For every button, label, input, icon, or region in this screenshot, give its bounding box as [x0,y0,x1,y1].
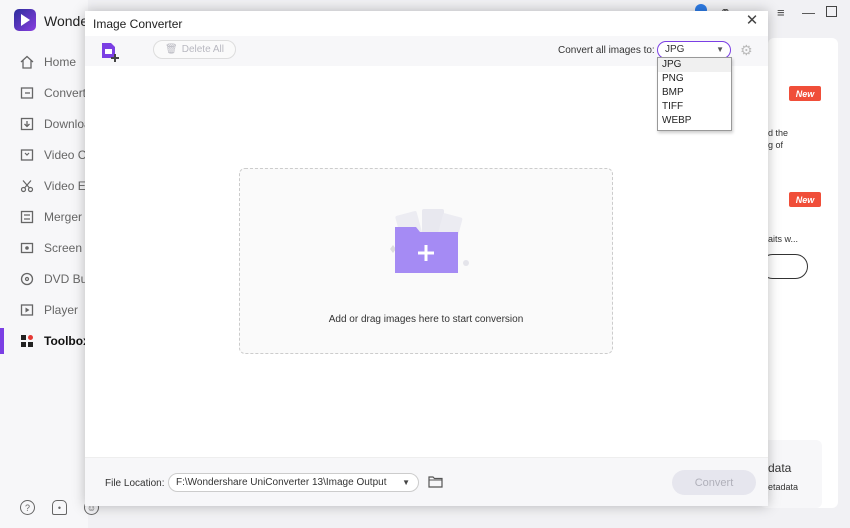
sidebar-item-merger[interactable]: Merger [0,202,88,232]
trash-icon: 🗑 [165,44,178,55]
gear-icon[interactable]: ⚙ [740,43,755,58]
new-badge: New [789,86,821,101]
sidebar-item-downloader[interactable]: Downloader [0,109,88,139]
sidebar-item-home[interactable]: Home [0,47,88,77]
file-location-value: F:\Wondershare UniConverter 13\Image Out… [176,477,387,488]
download-icon [19,116,35,132]
sidebar: Wonder Home Converter Downloader Video C… [0,0,99,528]
minimize-icon[interactable]: — [802,5,815,20]
grid-icon [19,333,35,349]
sidebar-item-label: Toolbox [44,334,88,348]
format-option-bmp[interactable]: BMP [658,86,731,100]
menu-icon[interactable]: ≡ [777,5,785,20]
drop-hint: Add or drag images here to start convers… [328,314,524,325]
bg-card-text: g of [768,140,784,150]
bell-icon[interactable]: • [52,500,67,515]
sidebar-item-dvd-burner[interactable]: DVD Burner [0,264,88,294]
dialog-footer: File Location: F:\Wondershare UniConvert… [85,457,768,506]
play-icon [19,302,35,318]
delete-all-label: Delete All [181,44,224,55]
scissors-icon [19,178,35,194]
file-location-label: File Location: [105,478,165,489]
sidebar-item-converter[interactable]: Converter [0,78,88,108]
help-icon[interactable]: ? [20,500,35,515]
format-option-webp[interactable]: WEBP [658,114,731,128]
app-logo-icon [14,9,36,31]
dialog-title: Image Converter [93,17,183,31]
format-select-value: JPG [665,44,685,55]
sidebar-item-label: Downloader [44,117,88,131]
file-location-select[interactable]: F:\Wondershare UniConverter 13\Image Out… [168,473,419,492]
format-option-tiff[interactable]: TIFF [658,100,731,114]
open-folder-icon[interactable] [428,475,443,488]
sidebar-item-toolbox[interactable]: Toolbox [0,326,88,356]
sidebar-item-label: Video Compressor [44,148,88,162]
convert-button[interactable]: Convert [672,470,756,495]
format-option-png[interactable]: PNG [658,72,731,86]
format-dropdown: JPG PNG BMP TIFF WEBP [657,57,732,131]
image-drop-zone[interactable]: Add or drag images here to start convers… [239,168,613,354]
sidebar-item-screen-recorder[interactable]: Screen Recorder [0,233,88,263]
sidebar-item-label: Screen Recorder [44,241,88,255]
bg-card-text: aits w... [768,234,799,244]
chevron-down-icon: ▼ [402,478,410,487]
sidebar-item-label: Merger [44,210,83,224]
delete-all-button[interactable]: 🗑 Delete All [153,40,236,59]
close-icon[interactable]: ✕ [744,13,760,29]
maximize-icon[interactable] [826,6,837,17]
disc-icon [19,271,35,287]
record-icon [19,240,35,256]
sidebar-item-label: Video Editor [44,179,88,193]
sidebar-item-label: Home [44,55,77,69]
sidebar-item-label: Player [44,303,79,317]
sidebar-item-label: DVD Burner [44,272,88,286]
add-image-icon[interactable] [99,41,121,63]
sidebar-item-label: Converter [44,86,88,100]
sidebar-item-video-compressor[interactable]: Video Compressor [0,140,88,170]
merge-icon [19,209,35,225]
add-folder-icon [390,209,469,273]
sidebar-item-video-editor[interactable]: Video Editor [0,171,88,201]
compress-icon [19,147,35,163]
chevron-down-icon: ▼ [716,45,724,54]
bg-card-text: etadata [768,482,799,492]
format-option-jpg[interactable]: JPG [658,58,731,72]
convert-all-label: Convert all images to: [558,45,655,56]
home-icon [19,54,35,70]
bg-card-text: d the [768,128,789,138]
converter-icon [19,85,35,101]
sidebar-item-player[interactable]: Player [0,295,88,325]
image-converter-dialog: Image Converter ✕ 🗑 Delete All Convert a… [85,11,768,506]
bg-card-text: data [768,461,792,475]
new-badge: New [789,192,821,207]
